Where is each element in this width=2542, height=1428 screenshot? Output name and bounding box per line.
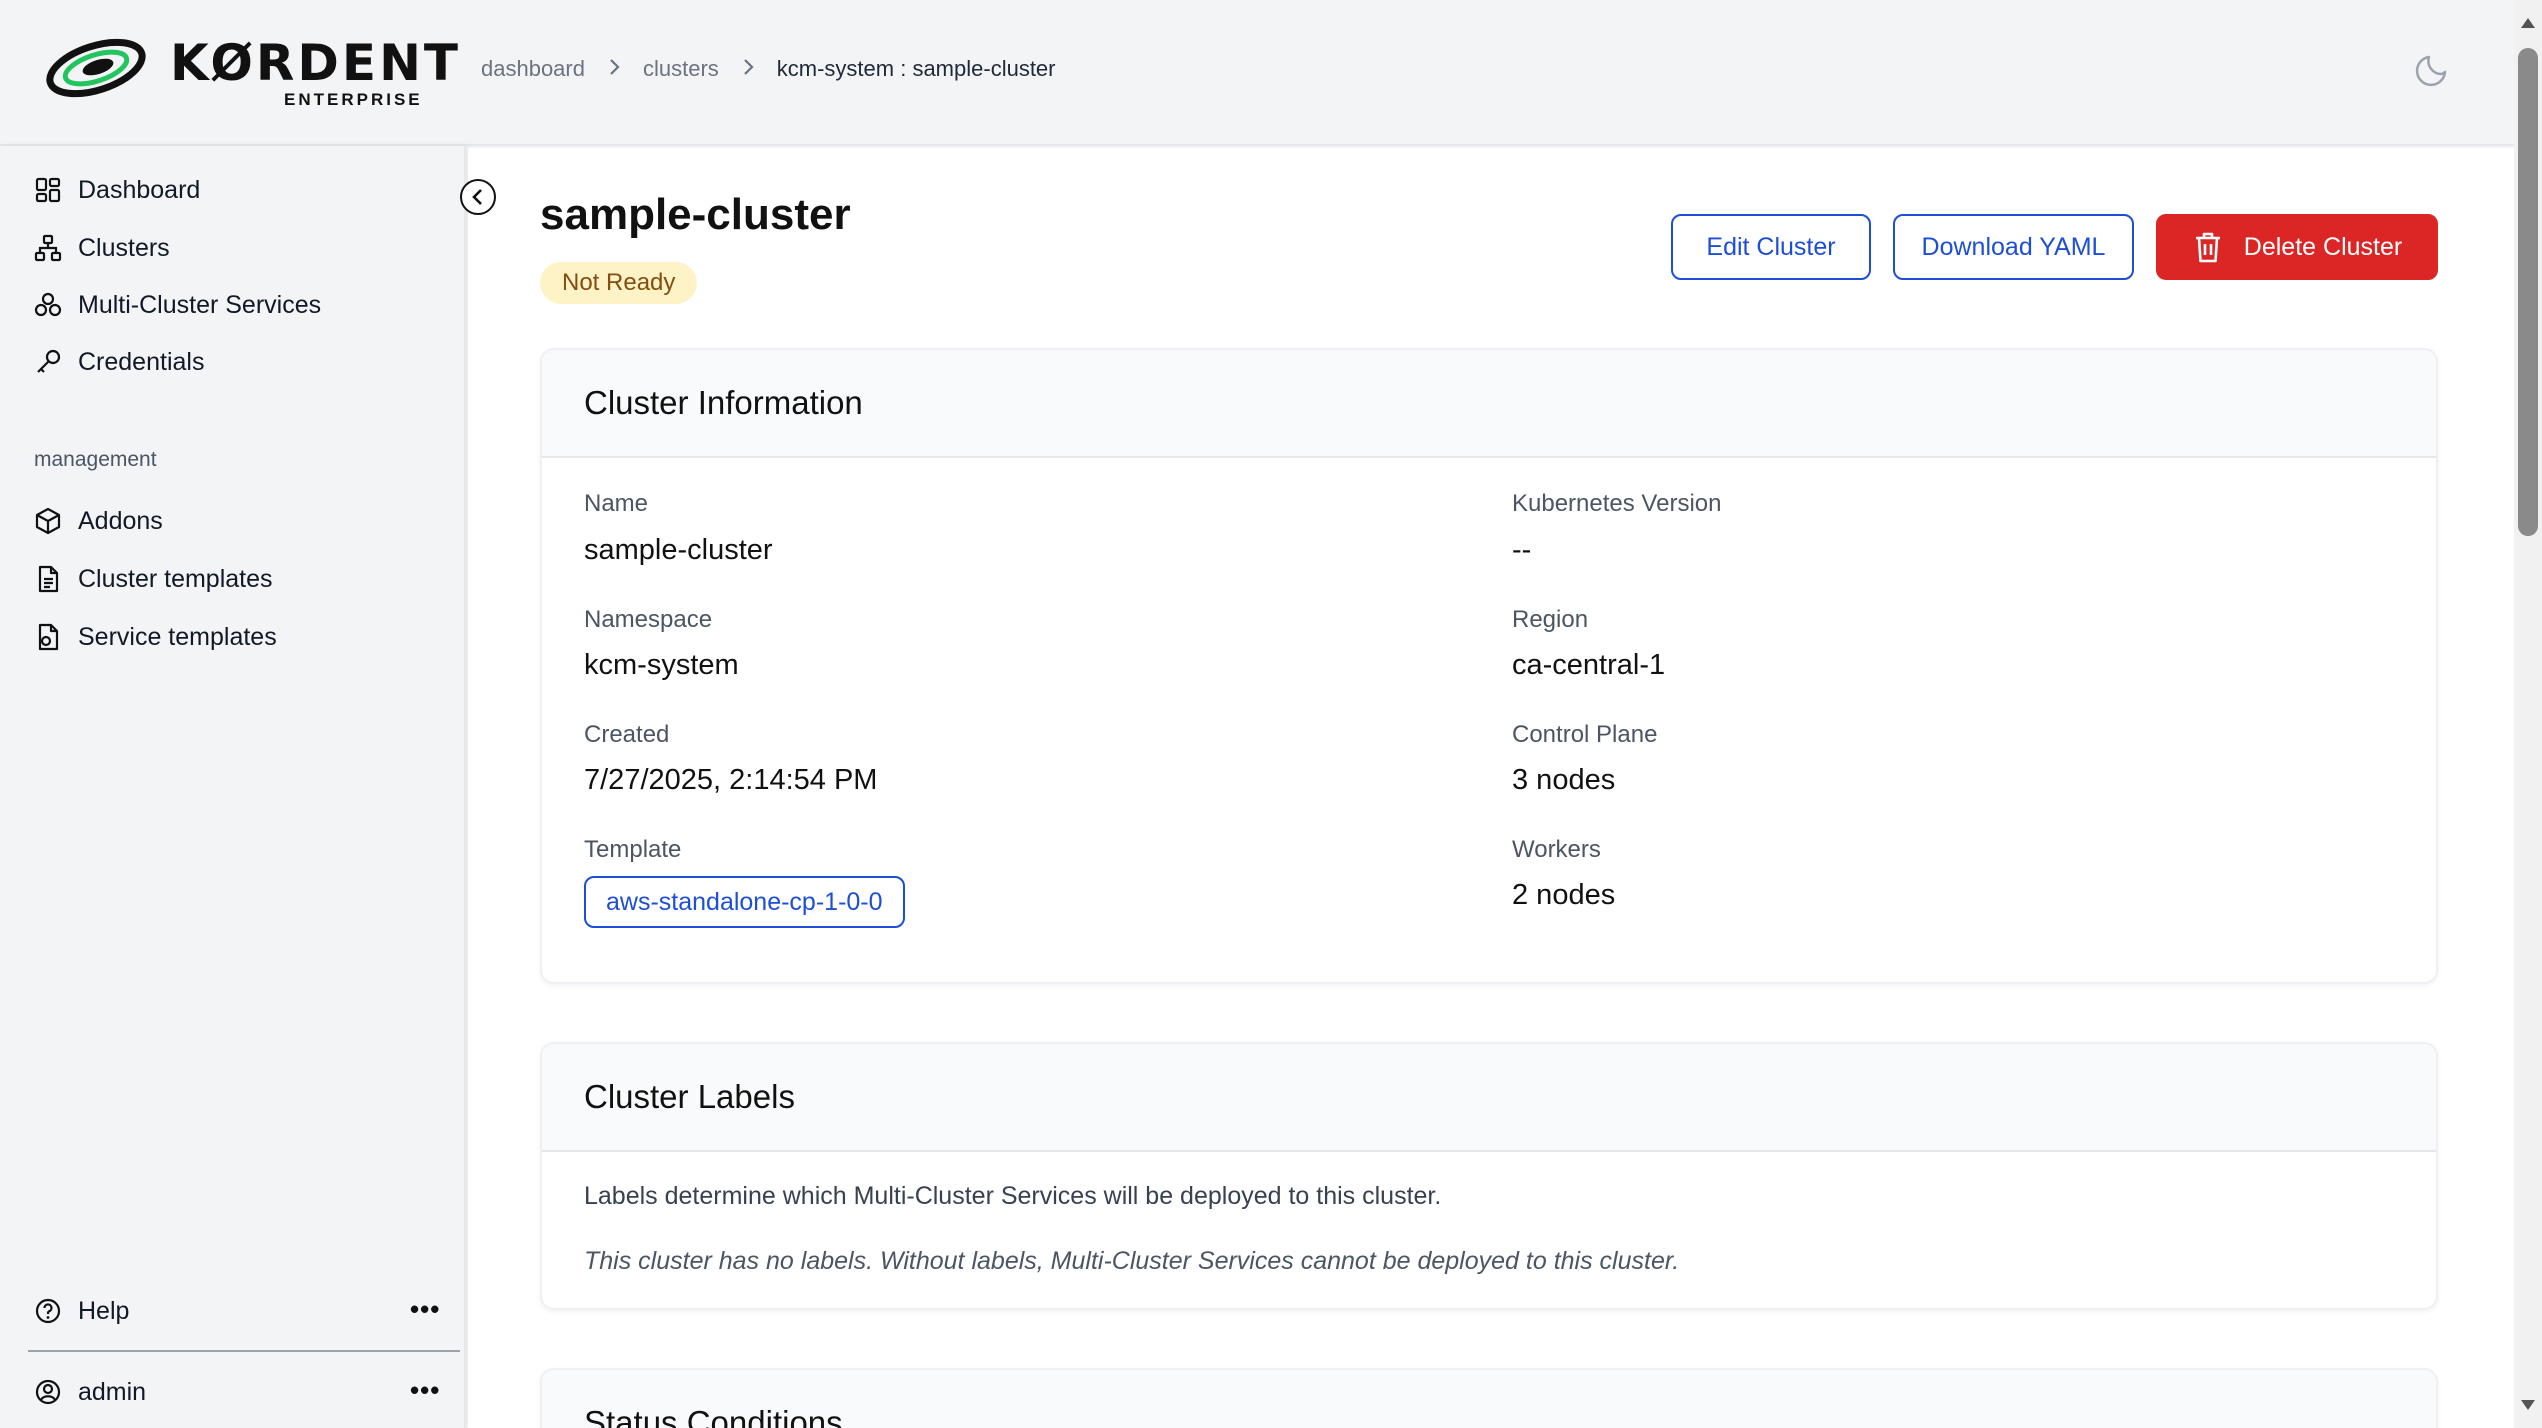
sidebar: Dashboard Clusters Multi-Cluster Service… [0, 146, 466, 1428]
key-icon [37, 349, 61, 373]
namespace-value: kcm-system [584, 649, 739, 681]
page-scrollbar[interactable] [2514, 0, 2542, 1428]
sidebar-item-help[interactable]: Help [34, 1291, 129, 1331]
sidebar-item-cluster-templates[interactable]: Cluster templates [34, 559, 273, 599]
control-plane-value: 3 nodes [1512, 764, 1616, 796]
card-heading: Cluster Information [542, 350, 2436, 458]
card-heading: Cluster Labels [542, 1044, 2436, 1152]
labels-description: Labels determine which Multi-Cluster Ser… [584, 1182, 1442, 1210]
user-circle-icon [35, 1379, 61, 1405]
delete-cluster-label: Delete Cluster [2243, 232, 2403, 261]
logo-subtext: ENTERPRISE [284, 90, 423, 109]
scrollbar-thumb[interactable] [2518, 48, 2538, 536]
breadcrumb-dashboard[interactable]: dashboard [481, 56, 585, 82]
user-more-button[interactable]: ••• [410, 1375, 440, 1406]
sidebar-item-label: Addons [78, 506, 163, 535]
main-content: sample-cluster Not Ready Edit Cluster Do… [468, 148, 2514, 1428]
page-title: sample-cluster [540, 190, 851, 239]
cube-icon [35, 507, 61, 535]
region-value: ca-central-1 [1512, 649, 1666, 681]
status-badge: Not Ready [540, 262, 698, 304]
cluster-labels-card: Cluster Labels Labels determine which Mu… [540, 1042, 2438, 1310]
logo-wordmark: KØRDENT [170, 34, 462, 92]
sidebar-item-credentials[interactable]: Credentials [34, 342, 204, 382]
breadcrumb-clusters[interactable]: clusters [643, 56, 719, 82]
workers-value: 2 nodes [1512, 879, 1616, 911]
theme-toggle-button[interactable] [2414, 48, 2454, 88]
sidebar-item-multi-cluster-services[interactable]: Multi-Cluster Services [34, 285, 321, 325]
sidebar-divider [28, 1350, 460, 1352]
moon-icon [2415, 55, 2447, 87]
sidebar-collapse-button[interactable] [460, 179, 496, 215]
breadcrumb: dashboard clusters kcm-system : sample-c… [481, 52, 1056, 86]
scroll-up-arrow[interactable] [2521, 18, 2535, 28]
kubernetes-version-value: -- [1512, 534, 1532, 566]
sidebar-item-label: Multi-Cluster Services [78, 290, 322, 319]
sidebar-item-label: admin [78, 1377, 147, 1406]
kordent-logo-mark [46, 38, 146, 98]
top-header: KØRDENT ENTERPRISE dashboard clusters kc… [0, 0, 2514, 146]
card-heading: Status Conditions [542, 1370, 2436, 1428]
sidebar-item-label: Help [78, 1296, 130, 1325]
help-more-button[interactable]: ••• [410, 1294, 440, 1325]
sidebar-item-addons[interactable]: Addons [34, 501, 163, 541]
sidebar-item-label: Service templates [78, 622, 277, 651]
multi-cluster-icon [34, 292, 62, 317]
template-label: Template [584, 836, 682, 863]
edit-cluster-button[interactable]: Edit Cluster [1671, 214, 1871, 280]
region-label: Region [1512, 606, 1589, 633]
labels-empty-message: This cluster has no labels. Without labe… [584, 1247, 1680, 1275]
sidebar-item-service-templates[interactable]: Service templates [34, 617, 277, 657]
kordent-logo[interactable]: KØRDENT ENTERPRISE [44, 30, 458, 114]
status-conditions-card: Status Conditions [540, 1368, 2438, 1428]
breadcrumb-current: kcm-system : sample-cluster [776, 56, 1056, 81]
sidebar-item-label: Clusters [78, 233, 170, 262]
download-yaml-button[interactable]: Download YAML [1893, 214, 2134, 280]
sidebar-item-label: Credentials [78, 347, 205, 376]
sidebar-item-dashboard[interactable]: Dashboard [34, 170, 200, 210]
document-gear-icon [38, 623, 59, 651]
scroll-down-arrow[interactable] [2521, 1400, 2535, 1410]
namespace-label: Namespace [584, 606, 713, 633]
template-link[interactable]: aws-standalone-cp-1-0-0 [584, 876, 905, 928]
delete-cluster-button[interactable]: Delete Cluster [2156, 214, 2438, 280]
sidebar-item-label: Dashboard [78, 175, 201, 204]
control-plane-label: Control Plane [1512, 721, 1658, 748]
name-label: Name [584, 490, 649, 517]
kubernetes-version-label: Kubernetes Version [1512, 490, 1722, 517]
sidebar-section-management: management [34, 448, 157, 471]
dashboard-grid-icon [35, 177, 61, 203]
document-icon [38, 565, 59, 593]
trash-icon [2195, 232, 2220, 263]
name-value: sample-cluster [584, 534, 773, 566]
clusters-hierarchy-icon [34, 234, 62, 262]
sidebar-item-clusters[interactable]: Clusters [34, 228, 170, 268]
sidebar-item-user[interactable]: admin [34, 1372, 146, 1412]
created-value: 7/27/2025, 2:14:54 PM [584, 764, 878, 796]
workers-label: Workers [1512, 836, 1601, 863]
cluster-information-card: Cluster Information Name sample-cluster … [540, 348, 2438, 984]
sidebar-item-label: Cluster templates [78, 564, 273, 593]
chevron-right-icon [741, 56, 755, 82]
chevron-left-icon [472, 189, 482, 205]
help-circle-icon [35, 1298, 61, 1324]
created-label: Created [584, 721, 670, 748]
chevron-right-icon [607, 56, 621, 82]
